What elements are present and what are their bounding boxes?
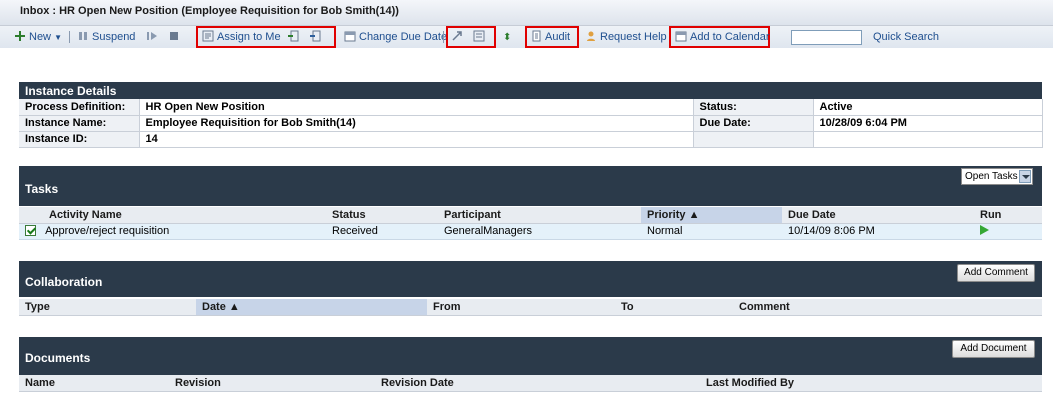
task-filter-value: Open Tasks — [965, 171, 1018, 182]
audit-label: Audit — [545, 31, 571, 43]
task-activity-name[interactable]: Approve/reject requisition — [45, 225, 169, 237]
stop-button[interactable] — [168, 29, 183, 45]
status-value: Active — [813, 99, 1043, 116]
new-icon — [15, 31, 25, 41]
documents-header: Documents — [19, 337, 1042, 375]
column-header[interactable]: Type — [19, 299, 196, 316]
column-header[interactable]: Name — [19, 375, 169, 392]
return-task-button[interactable] — [309, 29, 324, 45]
expand-button[interactable]: ⬍ — [503, 29, 511, 45]
request-help-button[interactable]: Request Help — [585, 29, 667, 45]
expand-icon: ⬍ — [503, 32, 512, 43]
task-due-date: 10/14/09 8:06 PM — [782, 223, 974, 240]
column-header[interactable]: Status — [326, 207, 438, 224]
chevron-down-icon — [1019, 170, 1031, 183]
task-status: Received — [326, 223, 438, 240]
column-header-sorted[interactable]: Priority ▲ — [641, 207, 782, 224]
assign-task-button[interactable] — [287, 29, 302, 45]
instance-details-header: Instance Details — [19, 82, 1042, 99]
add-calendar-label: Add to Calendar — [690, 31, 770, 43]
documents-table: Name Revision Revision Date Last Modifie… — [19, 375, 1042, 392]
audit-icon — [532, 30, 541, 42]
collaboration-header: Collaboration — [19, 261, 1042, 297]
calendar-icon — [344, 31, 356, 42]
form-button[interactable] — [473, 29, 488, 45]
column-header[interactable]: From — [427, 299, 615, 316]
task-priority: Normal — [641, 223, 782, 240]
instance-details-table: Process Definition: HR Open New Position… — [19, 99, 1043, 148]
collaboration-heading: Collaboration — [25, 275, 103, 289]
pause-icon — [79, 32, 87, 40]
assign-to-me-button[interactable]: Assign to Me — [202, 29, 281, 45]
resume-button[interactable] — [146, 29, 161, 45]
status-label: Status: — [693, 99, 814, 116]
window-title: Inbox : HR Open New Position (Employee R… — [20, 5, 399, 17]
assign-label: Assign to Me — [217, 31, 281, 43]
row-checkbox[interactable] — [25, 225, 36, 236]
person-icon — [587, 31, 595, 41]
quick-search-link[interactable]: Quick Search — [873, 29, 939, 45]
task-filter-select[interactable]: Open Tasks — [961, 168, 1033, 185]
toolbar-separator — [443, 31, 444, 43]
change-due-date-button[interactable]: Change Due Date — [344, 29, 447, 45]
assign-icon — [202, 30, 214, 42]
instance-id-value: 14 — [139, 131, 694, 148]
add-document-button[interactable]: Add Document — [952, 340, 1035, 358]
column-header[interactable]: Due Date — [782, 207, 974, 224]
change-due-label: Change Due Date — [359, 31, 448, 43]
tasks-header: Tasks — [19, 166, 1042, 206]
chevron-down-icon: ▼ — [54, 33, 62, 42]
add-to-calendar-button[interactable]: Add to Calendar — [675, 29, 770, 45]
form-icon — [473, 30, 485, 42]
stop-icon — [170, 32, 178, 40]
column-header[interactable]: To — [615, 299, 733, 316]
instance-id-label: Instance ID: — [19, 131, 140, 148]
audit-button[interactable]: Audit — [530, 29, 570, 45]
due-date-label: Due Date: — [693, 115, 814, 132]
suspend-button[interactable]: Suspend — [77, 29, 135, 45]
tasks-table: Activity Name Status Participant Priorit… — [19, 207, 1042, 240]
task-participant: GeneralManagers — [438, 223, 641, 240]
instance-name-value: Employee Requisition for Bob Smith(14) — [139, 115, 694, 132]
quick-search-input[interactable] — [791, 30, 862, 45]
column-header[interactable]: Last Modified By — [700, 375, 1042, 392]
quick-search-label: Quick Search — [873, 31, 940, 43]
due-date-value: 10/28/09 6:04 PM — [813, 115, 1043, 132]
instance-details-heading: Instance Details — [25, 84, 117, 98]
table-row[interactable]: Approve/reject requisition Received Gene… — [19, 223, 1042, 240]
request-help-label: Request Help — [600, 31, 667, 43]
run-icon[interactable] — [980, 224, 989, 235]
column-header[interactable]: Comment — [733, 299, 1042, 316]
route-icon — [452, 31, 462, 41]
column-header[interactable]: Run — [974, 207, 1042, 224]
column-header[interactable]: Activity Name — [19, 207, 326, 224]
task-in-icon — [288, 30, 299, 42]
column-header[interactable]: Revision — [169, 375, 375, 392]
empty-cell — [693, 131, 814, 148]
new-button[interactable]: New ▼ — [14, 29, 62, 45]
documents-heading: Documents — [25, 351, 91, 365]
column-header[interactable]: Revision Date — [375, 375, 700, 392]
column-header[interactable]: Participant — [438, 207, 641, 224]
instance-name-label: Instance Name: — [19, 115, 140, 132]
suspend-label: Suspend — [92, 31, 136, 43]
empty-cell — [813, 131, 1043, 148]
task-out-icon — [310, 30, 321, 42]
route-button[interactable] — [451, 29, 466, 45]
calendar-icon — [675, 31, 687, 42]
tasks-heading: Tasks — [25, 182, 59, 196]
window-title-bar: Inbox : HR Open New Position (Employee R… — [0, 0, 1053, 26]
resume-icon — [147, 32, 157, 40]
process-definition-label: Process Definition: — [19, 99, 140, 116]
add-comment-button[interactable]: Add Comment — [957, 264, 1035, 282]
toolbar-separator — [69, 31, 70, 43]
column-header-sorted[interactable]: Date ▲ — [196, 299, 427, 316]
process-definition-value: HR Open New Position — [139, 99, 694, 116]
toolbar: New ▼ Suspend Assign to Me Change Due Da… — [0, 26, 1053, 48]
new-label: New — [29, 31, 52, 43]
collaboration-table: Type Date ▲ From To Comment — [19, 299, 1042, 316]
